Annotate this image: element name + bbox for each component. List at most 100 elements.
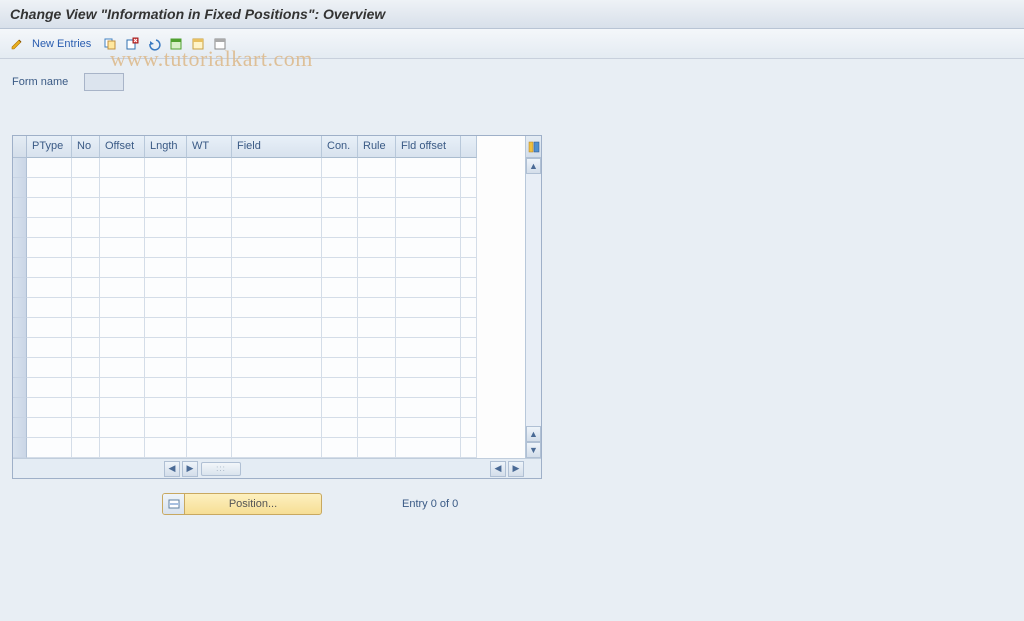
table-cell[interactable] xyxy=(232,358,322,378)
table-cell[interactable] xyxy=(72,418,100,438)
table-cell[interactable] xyxy=(187,318,232,338)
table-cell[interactable] xyxy=(72,238,100,258)
table-row[interactable] xyxy=(27,178,525,198)
table-cell[interactable] xyxy=(396,338,461,358)
col-header-fldoffset[interactable]: Fld offset xyxy=(396,136,461,158)
table-cell[interactable] xyxy=(145,358,187,378)
scroll-left-button[interactable]: ◀ xyxy=(164,461,180,477)
table-cell[interactable] xyxy=(322,278,358,298)
table-cell[interactable] xyxy=(100,378,145,398)
table-cell[interactable] xyxy=(72,358,100,378)
table-cell[interactable] xyxy=(396,238,461,258)
table-cell[interactable] xyxy=(145,438,187,458)
row-selector[interactable] xyxy=(13,158,27,178)
table-cell[interactable] xyxy=(396,178,461,198)
col-header-no[interactable]: No xyxy=(72,136,100,158)
scroll-left-button-2[interactable]: ◀ xyxy=(490,461,506,477)
table-row[interactable] xyxy=(27,438,525,458)
table-cell[interactable] xyxy=(461,238,477,258)
table-cell[interactable] xyxy=(461,198,477,218)
select-block-icon[interactable] xyxy=(189,35,207,53)
table-cell[interactable] xyxy=(100,358,145,378)
table-cell[interactable] xyxy=(100,158,145,178)
table-cell[interactable] xyxy=(322,298,358,318)
table-cell[interactable] xyxy=(72,378,100,398)
col-header-offset[interactable]: Offset xyxy=(100,136,145,158)
table-cell[interactable] xyxy=(358,278,396,298)
col-header-field[interactable]: Field xyxy=(232,136,322,158)
table-cell[interactable] xyxy=(187,258,232,278)
table-row[interactable] xyxy=(27,258,525,278)
table-cell[interactable] xyxy=(322,398,358,418)
row-selector[interactable] xyxy=(13,278,27,298)
scroll-right-button[interactable]: ▶ xyxy=(182,461,198,477)
table-cell[interactable] xyxy=(461,178,477,198)
table-cell[interactable] xyxy=(72,398,100,418)
table-cell[interactable] xyxy=(322,198,358,218)
table-cell[interactable] xyxy=(72,158,100,178)
table-cell[interactable] xyxy=(461,158,477,178)
table-cell[interactable] xyxy=(187,238,232,258)
table-cell[interactable] xyxy=(396,218,461,238)
table-cell[interactable] xyxy=(461,278,477,298)
table-cell[interactable] xyxy=(461,318,477,338)
table-cell[interactable] xyxy=(232,318,322,338)
table-cell[interactable] xyxy=(232,198,322,218)
table-cell[interactable] xyxy=(27,338,72,358)
col-header-wt[interactable]: WT xyxy=(187,136,232,158)
col-header-con[interactable]: Con. xyxy=(322,136,358,158)
table-cell[interactable] xyxy=(396,158,461,178)
row-selector[interactable] xyxy=(13,218,27,238)
table-cell[interactable] xyxy=(461,438,477,458)
row-selector[interactable] xyxy=(13,318,27,338)
table-cell[interactable] xyxy=(187,338,232,358)
table-cell[interactable] xyxy=(396,398,461,418)
table-cell[interactable] xyxy=(27,158,72,178)
row-selector[interactable] xyxy=(13,398,27,418)
table-cell[interactable] xyxy=(145,198,187,218)
table-cell[interactable] xyxy=(145,178,187,198)
table-cell[interactable] xyxy=(72,338,100,358)
row-selector[interactable] xyxy=(13,198,27,218)
hscroll-thumb[interactable]: ::: xyxy=(201,462,241,476)
table-cell[interactable] xyxy=(145,378,187,398)
table-cell[interactable] xyxy=(145,278,187,298)
table-cell[interactable] xyxy=(27,178,72,198)
table-cell[interactable] xyxy=(100,318,145,338)
table-cell[interactable] xyxy=(187,418,232,438)
table-row[interactable] xyxy=(27,318,525,338)
table-cell[interactable] xyxy=(358,178,396,198)
table-cell[interactable] xyxy=(72,318,100,338)
table-cell[interactable] xyxy=(145,298,187,318)
table-cell[interactable] xyxy=(358,418,396,438)
table-cell[interactable] xyxy=(358,398,396,418)
col-header-lngth[interactable]: Lngth xyxy=(145,136,187,158)
table-row[interactable] xyxy=(27,278,525,298)
table-cell[interactable] xyxy=(187,378,232,398)
table-cell[interactable] xyxy=(27,278,72,298)
table-cell[interactable] xyxy=(396,278,461,298)
table-cell[interactable] xyxy=(358,358,396,378)
table-cell[interactable] xyxy=(358,318,396,338)
table-cell[interactable] xyxy=(232,378,322,398)
table-cell[interactable] xyxy=(461,218,477,238)
table-cell[interactable] xyxy=(187,438,232,458)
table-cell[interactable] xyxy=(145,158,187,178)
table-cell[interactable] xyxy=(461,298,477,318)
table-row[interactable] xyxy=(27,218,525,238)
table-cell[interactable] xyxy=(322,418,358,438)
table-cell[interactable] xyxy=(100,438,145,458)
table-cell[interactable] xyxy=(100,178,145,198)
table-row[interactable] xyxy=(27,338,525,358)
table-cell[interactable] xyxy=(232,338,322,358)
table-cell[interactable] xyxy=(187,298,232,318)
table-cell[interactable] xyxy=(322,258,358,278)
table-cell[interactable] xyxy=(322,158,358,178)
row-selector[interactable] xyxy=(13,298,27,318)
table-cell[interactable] xyxy=(187,218,232,238)
table-cell[interactable] xyxy=(27,298,72,318)
deselect-all-icon[interactable] xyxy=(211,35,229,53)
table-cell[interactable] xyxy=(461,418,477,438)
table-cell[interactable] xyxy=(322,318,358,338)
table-cell[interactable] xyxy=(145,418,187,438)
